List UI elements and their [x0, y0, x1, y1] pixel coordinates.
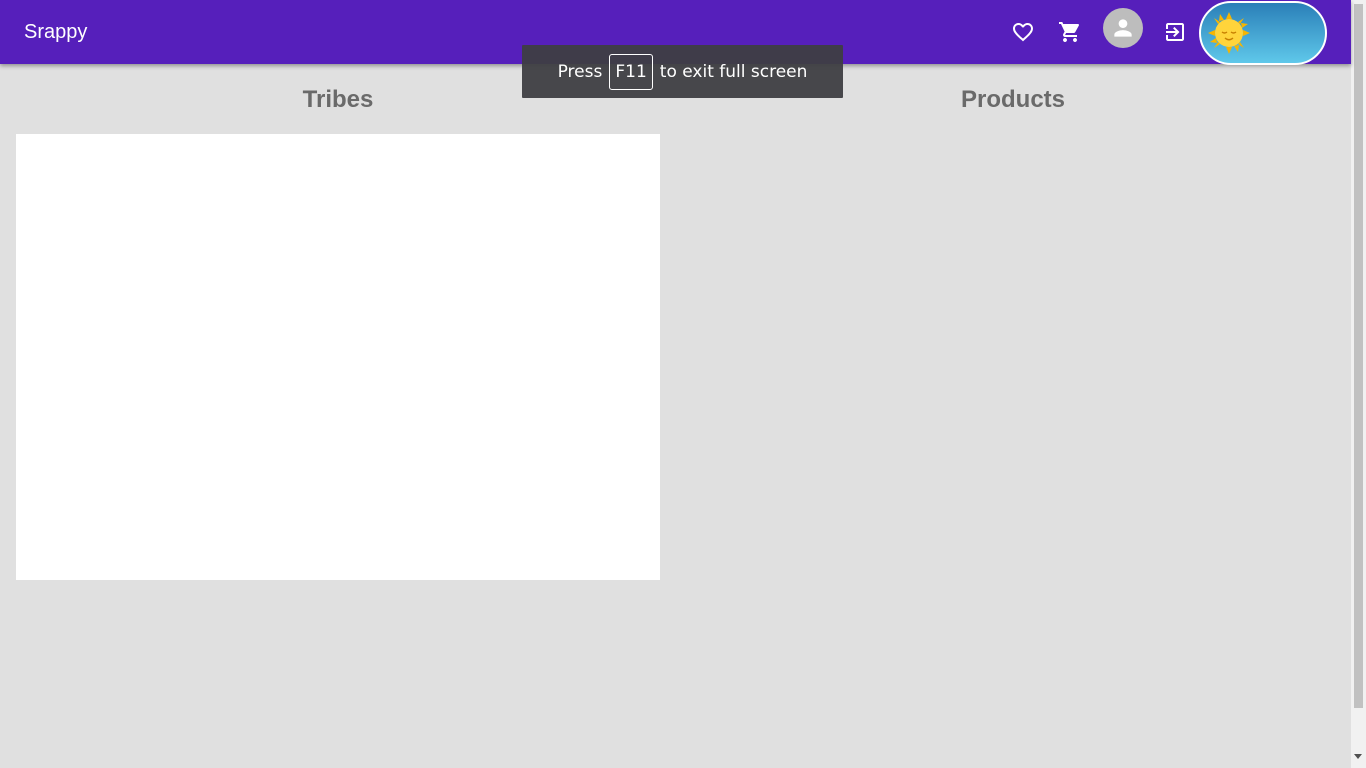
tribes-panel — [16, 134, 660, 580]
products-panel — [676, 134, 1350, 580]
shopping-cart-icon — [1059, 22, 1080, 42]
fullscreen-notice: Press F11 to exit full screen — [522, 45, 843, 98]
heart-outline-icon — [1013, 23, 1033, 42]
person-icon — [1114, 19, 1132, 37]
fullscreen-notice-prefix: Press — [557, 61, 603, 82]
logout-button[interactable] — [1159, 16, 1191, 48]
favorites-button[interactable] — [1007, 16, 1039, 48]
fullscreen-key: F11 — [609, 53, 653, 90]
cart-button[interactable] — [1054, 16, 1086, 48]
fullscreen-notice-suffix: to exit full screen — [659, 61, 808, 82]
avatar[interactable] — [1103, 8, 1143, 48]
sun-icon — [1208, 12, 1250, 54]
brand-title[interactable]: Srappy — [24, 20, 87, 44]
scrollbar-thumb[interactable] — [1354, 4, 1363, 708]
exit-icon — [1166, 23, 1184, 41]
theme-toggle[interactable] — [1199, 1, 1327, 65]
scroll-down-arrow-icon[interactable] — [1354, 754, 1362, 759]
page-scrollbar[interactable] — [1351, 0, 1366, 768]
